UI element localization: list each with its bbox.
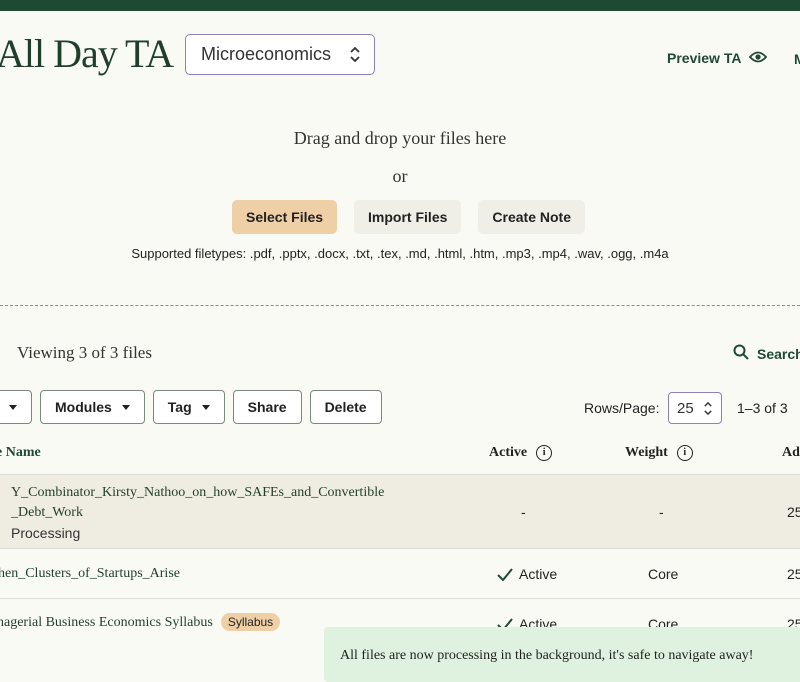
added-value: 25 (787, 504, 800, 520)
rows-per-page-label: Rows/Page: (584, 400, 660, 416)
search-button[interactable]: Search (733, 344, 800, 363)
viewing-count: Viewing 3 of 3 files (17, 343, 152, 362)
active-label: Active (519, 566, 558, 582)
file-name[interactable]: hen_Clusters_of_Startups_Arise (0, 566, 180, 582)
active-value: - (521, 504, 526, 520)
share-button[interactable]: Share (232, 390, 302, 424)
toast-message: All files are now processing in the back… (340, 648, 754, 663)
caret-down-icon (9, 404, 17, 410)
preview-ta-button[interactable]: Preview TA (667, 50, 768, 66)
filter-dropdown[interactable] (0, 390, 32, 424)
file-status: Processing (11, 525, 81, 541)
column-header-active[interactable]: Active i (489, 445, 553, 461)
tag-dropdown[interactable]: Tag (152, 390, 225, 424)
weight-value: Core (648, 566, 679, 582)
course-select-value: Microeconomics (201, 44, 332, 64)
or-text: or (392, 166, 408, 186)
app-logo: All Day TA (0, 31, 174, 76)
weight-value: - (659, 504, 664, 520)
rows-per-page-select[interactable]: 25 (668, 392, 722, 424)
header-menu-edge[interactable]: M (794, 51, 800, 67)
create-note-button[interactable]: Create Note (478, 200, 585, 234)
column-header-active-label: Active (489, 445, 528, 460)
import-files-button[interactable]: Import Files (354, 200, 462, 234)
check-icon (497, 567, 513, 581)
file-name-line2[interactable]: _Debt_Work (11, 505, 83, 521)
rows-per-page-value: 25 (677, 399, 694, 417)
column-header-weight-label: Weight (625, 445, 668, 460)
processing-toast: All files are now processing in the back… (324, 627, 800, 682)
caret-down-icon (201, 404, 210, 410)
syllabus-tag-badge: Syllabus (220, 613, 281, 631)
caret-down-icon (121, 404, 130, 410)
info-icon[interactable]: i (536, 445, 553, 461)
added-value: 25 (787, 566, 800, 582)
file-name[interactable]: nagerial Business Economics Syllabus Syll… (0, 613, 281, 631)
table-row[interactable]: hen_Clusters_of_Startups_Arise Active Co… (0, 548, 800, 598)
table-row[interactable]: I Y_Combinator_Kirsty_Nathoo_on_how_SAFE… (0, 474, 800, 548)
pagination-count: 1–3 of 3 (737, 400, 788, 416)
tag-label: Tag (167, 399, 192, 415)
dropzone-divider (0, 305, 800, 306)
column-header-name[interactable]: e Name (0, 445, 41, 461)
column-header-added-label: Ad (782, 445, 800, 460)
upload-actions: Select Files Import Files Create Note (232, 200, 585, 234)
file-name-line1[interactable]: Y_Combinator_Kirsty_Nathoo_on_how_SAFEs_… (11, 485, 384, 501)
active-status: Active (497, 566, 557, 582)
drag-drop-text: Drag and drop your files here (293, 128, 507, 148)
course-select[interactable]: Microeconomics (185, 34, 375, 75)
preview-ta-label: Preview TA (667, 50, 742, 66)
modules-dropdown[interactable]: Modules (40, 390, 145, 424)
column-header-added[interactable]: Ad (782, 445, 800, 461)
delete-button[interactable]: Delete (309, 390, 382, 424)
chevron-up-down-icon (704, 401, 712, 415)
search-icon (733, 344, 749, 363)
top-accent-bar (0, 0, 800, 11)
info-icon[interactable]: i (676, 445, 693, 461)
modules-label: Modules (55, 399, 112, 415)
row-edge-marker: I (0, 502, 1, 518)
supported-filetypes: Supported filetypes: .pdf, .pptx, .docx,… (131, 246, 669, 261)
eye-icon (749, 50, 768, 66)
select-files-button[interactable]: Select Files (232, 200, 338, 234)
column-header-weight[interactable]: Weight i (625, 445, 693, 461)
search-label: Search (757, 345, 800, 362)
file-name-label: nagerial Business Economics Syllabus (0, 615, 213, 630)
file-toolbar: Modules Tag Share Delete (0, 390, 382, 424)
chevron-up-down-icon (350, 47, 360, 62)
column-header-name-label: e Name (0, 445, 41, 460)
